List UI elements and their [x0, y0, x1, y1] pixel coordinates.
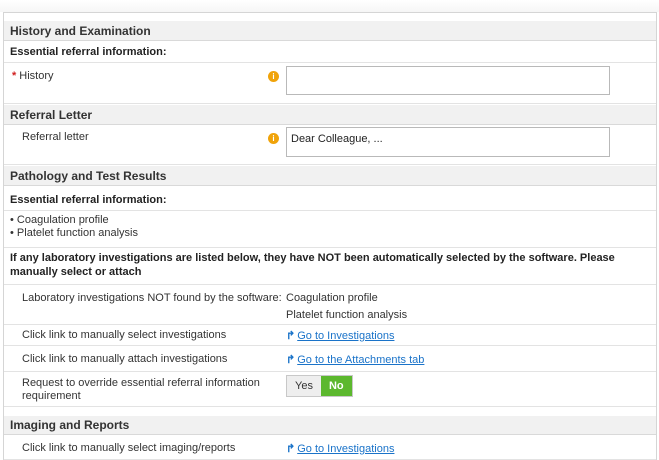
not-found-item: Coagulation profile	[286, 292, 378, 304]
override-yes-option[interactable]: Yes	[287, 376, 321, 396]
go-to-imaging-investigations-link[interactable]: ↱ Go to Investigations	[286, 442, 394, 455]
referral-letter-label: Referral letter	[22, 131, 89, 143]
go-to-imaging-investigations-text: Go to Investigations	[297, 443, 395, 455]
redirect-arrow-icon: ↱	[286, 354, 296, 366]
lab-notice: If any laboratory investigations are lis…	[10, 252, 615, 278]
history-input[interactable]	[286, 66, 610, 95]
divider	[4, 406, 656, 407]
go-to-attachments-text: Go to the Attachments tab	[297, 354, 425, 366]
history-essential-heading: Essential referral information:	[10, 46, 167, 58]
essential-item: • Platelet function analysis	[10, 227, 138, 239]
override-toggle[interactable]: Yes No	[286, 375, 353, 397]
divider	[4, 103, 656, 104]
essential-item-text: Coagulation profile	[16, 214, 109, 226]
referral-form: History and Examination Essential referr…	[3, 12, 657, 460]
not-found-label: Laboratory investigations NOT found by t…	[22, 292, 282, 304]
info-icon[interactable]: i	[268, 71, 279, 82]
required-marker: *	[12, 70, 17, 82]
attach-investigations-label: Click link to manually attach investigat…	[22, 353, 228, 365]
essential-item: • Coagulation profile	[10, 214, 109, 226]
redirect-arrow-icon: ↱	[286, 330, 296, 342]
go-to-investigations-link[interactable]: ↱ Go to Investigations	[286, 329, 394, 342]
divider	[4, 284, 656, 285]
section-referral-header: Referral Letter	[4, 105, 656, 125]
divider	[4, 345, 656, 346]
section-imaging-header: Imaging and Reports	[4, 416, 656, 435]
redirect-arrow-icon: ↱	[286, 443, 296, 455]
divider	[4, 62, 656, 63]
pathology-essential-heading: Essential referral information:	[10, 194, 167, 206]
divider	[4, 210, 656, 211]
essential-item-text: Platelet function analysis	[16, 227, 138, 239]
override-no-option[interactable]: No	[320, 376, 352, 396]
select-imaging-label: Click link to manually select imaging/re…	[22, 442, 236, 454]
go-to-investigations-text: Go to Investigations	[297, 330, 395, 342]
history-label: History	[19, 70, 54, 82]
divider	[4, 324, 656, 325]
section-pathology-header: Pathology and Test Results	[4, 166, 656, 186]
section-pathology-title: Pathology and Test Results	[10, 169, 167, 183]
select-investigations-label: Click link to manually select investigat…	[22, 329, 227, 341]
section-history-title: History and Examination	[10, 24, 151, 38]
divider	[4, 247, 656, 248]
section-referral-title: Referral Letter	[10, 108, 93, 122]
top-shadow	[0, 0, 659, 12]
referral-letter-input[interactable]: Dear Colleague, ...	[286, 127, 610, 157]
divider	[4, 371, 656, 372]
divider	[4, 164, 656, 165]
section-imaging-title: Imaging and Reports	[10, 418, 130, 432]
section-history-header: History and Examination	[4, 21, 656, 41]
go-to-attachments-link[interactable]: ↱ Go to the Attachments tab	[286, 353, 424, 366]
not-found-item: Platelet function analysis	[286, 309, 408, 321]
history-label-row: * History	[12, 70, 54, 82]
override-label: Request to override essential referral i…	[22, 377, 260, 402]
info-icon[interactable]: i	[268, 133, 279, 144]
